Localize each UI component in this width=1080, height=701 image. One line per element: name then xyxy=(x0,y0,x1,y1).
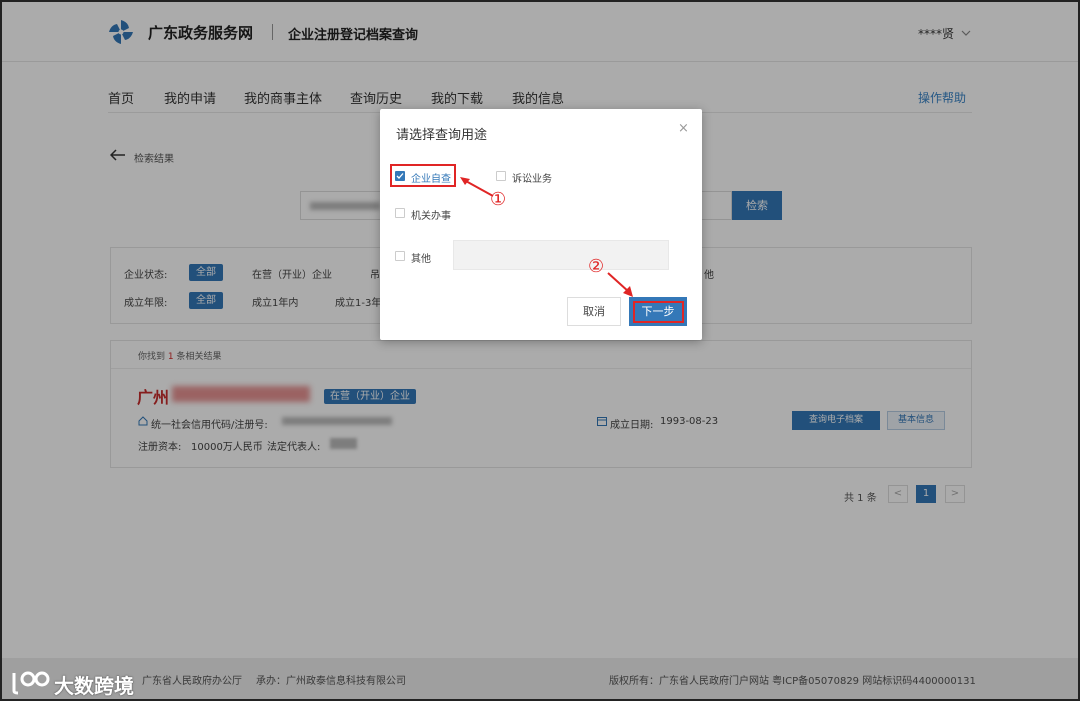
watermark-text: 大数跨境 xyxy=(54,674,134,698)
cancel-button[interactable]: 取消 xyxy=(567,297,621,326)
annotation-arrow-2-icon xyxy=(607,272,633,297)
modal-overlay[interactable] xyxy=(2,2,1078,699)
checkbox-agency[interactable] xyxy=(395,208,405,218)
other-purpose-input[interactable] xyxy=(453,240,669,270)
watermark-logo-icon xyxy=(12,671,50,695)
annotation-mark-2: ② xyxy=(588,256,605,277)
browser-frame: 广东政务服务网 企业注册登记档案查询 ****贤 首页 我的申请 我的商事主体 … xyxy=(0,0,1080,701)
close-icon[interactable]: × xyxy=(678,121,689,136)
option-agency-label[interactable]: 机关办事 xyxy=(411,207,451,222)
annotation-mark-1: ① xyxy=(490,189,507,210)
highlight-box-next xyxy=(633,301,684,323)
checkbox-other[interactable] xyxy=(395,251,405,261)
highlight-box-self-check xyxy=(390,164,456,187)
dialog-title: 请选择查询用途 xyxy=(396,128,488,143)
checkbox-litigation[interactable] xyxy=(496,171,506,181)
option-litigation-label[interactable]: 诉讼业务 xyxy=(512,170,552,185)
option-other-label[interactable]: 其他 xyxy=(411,250,431,265)
